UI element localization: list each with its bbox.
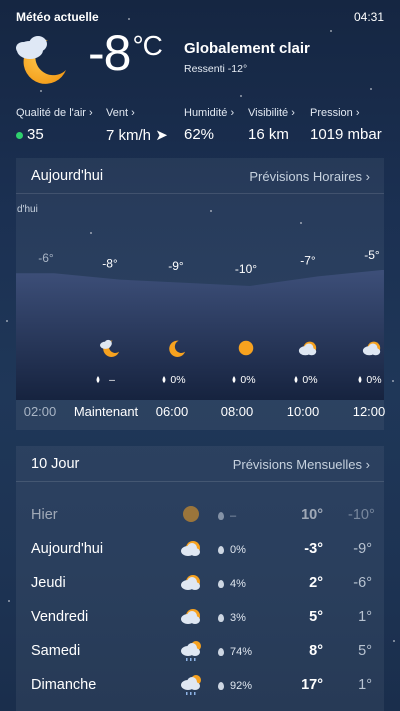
temperature-area — [16, 270, 384, 400]
hourly-panel-header: Aujourd'hui Prévisions Horaires › — [16, 158, 384, 194]
cloud-sun-icon — [181, 575, 200, 590]
day-name: Samedi — [31, 643, 81, 659]
monthly-forecast-link[interactable]: Prévisions Mensuelles › — [233, 457, 370, 472]
wind-direction-icon: ➤ — [155, 127, 168, 144]
hourly-precip-label: 0% — [240, 374, 255, 386]
cloud-moon-icon — [16, 36, 67, 84]
day-max-temp: 2° — [309, 575, 323, 591]
day-icon-wrap — [179, 537, 203, 559]
cloud-sun-icon — [181, 541, 200, 556]
wind-metric[interactable]: Vent › 7 km/h ➤ — [106, 107, 168, 144]
cloud-rain-icon — [181, 675, 201, 695]
air-quality-status-dot — [16, 131, 23, 139]
cloud-rain-icon — [181, 641, 201, 661]
sun-icon — [183, 506, 199, 522]
day-name: Dimanche — [31, 677, 97, 693]
daily-row[interactable]: Hier – 10° -10° — [16, 500, 384, 530]
sun-icon — [238, 340, 254, 356]
daily-panel-title: 10 Jour — [31, 456, 80, 472]
day-max-temp: 10° — [301, 507, 323, 523]
humidity-metric[interactable]: Humidité › 62% — [184, 107, 234, 143]
day-icon-wrap — [179, 639, 203, 661]
day-min-temp: 5° — [358, 643, 372, 659]
day-max-temp: -3° — [304, 541, 323, 557]
day-name: Hier — [31, 507, 58, 523]
hourly-temp-label: -9° — [168, 259, 184, 273]
hourly-forecast-link[interactable]: Prévisions Horaires › — [249, 169, 370, 184]
day-min-temp: -10° — [348, 507, 375, 523]
observation-time: 04:31 — [353, 10, 384, 24]
hourly-temp-label: -8° — [102, 256, 118, 270]
day-max-temp: 5° — [309, 609, 323, 625]
hourly-time-label: 06:00 — [155, 404, 189, 419]
hourly-time-label: Maintenant — [73, 404, 139, 419]
day-icon-wrap — [179, 673, 203, 695]
raindrop-icon — [218, 682, 224, 690]
daily-row[interactable]: Vendredi 3% 5° 1° — [16, 602, 384, 632]
day-name: Jeudi — [31, 575, 66, 591]
hourly-temp-label: -7° — [300, 254, 316, 268]
hourly-precip-label: 0% — [302, 374, 317, 386]
day-min-temp: -9° — [353, 541, 372, 557]
truncated-day-label: d'hui — [17, 204, 38, 215]
day-max-temp: 17° — [301, 677, 323, 693]
day-min-temp: 1° — [358, 677, 372, 693]
air-quality-metric[interactable]: Qualité de l'air › 35 — [16, 107, 93, 143]
daily-row[interactable]: Jeudi 4% 2° -6° — [16, 568, 384, 598]
hourly-time-label: 10:00 — [286, 404, 320, 419]
raindrop-icon — [218, 648, 224, 656]
day-name: Vendredi — [31, 609, 89, 625]
day-precipitation: 92% — [218, 680, 252, 692]
hourly-temperature-chart[interactable]: -6° -8° – -9° 0% -10° 0% -7° 0% -5° 0% — [16, 240, 384, 400]
daily-panel-header: 10 Jour Prévisions Mensuelles › — [16, 446, 384, 482]
hourly-time-label: 02:00 — [23, 404, 57, 419]
hourly-time-label: 08:00 — [220, 404, 254, 419]
hourly-precip-label: 0% — [366, 374, 381, 386]
day-precipitation: 3% — [218, 612, 246, 624]
hourly-temp-label: -6° — [38, 251, 54, 265]
hourly-time-label: 12:00 — [352, 404, 386, 419]
day-icon-wrap — [179, 571, 203, 593]
daily-row[interactable]: Dimanche 92% 17° 1° — [16, 670, 384, 700]
raindrop-icon — [218, 512, 224, 520]
hourly-precip-label: 0% — [170, 374, 185, 386]
day-min-temp: -6° — [353, 575, 372, 591]
day-name: Aujourd'hui — [31, 541, 104, 557]
screen-title: Météo actuelle — [16, 10, 99, 24]
current-condition: Globalement clair — [184, 40, 310, 57]
day-min-temp: 1° — [358, 609, 372, 625]
daily-row[interactable]: Aujourd'hui 0% -3° -9° — [16, 534, 384, 564]
day-precipitation: 4% — [218, 578, 246, 590]
hourly-temp-label: -5° — [364, 248, 380, 262]
day-precipitation: 74% — [218, 646, 252, 658]
day-icon-wrap — [179, 503, 203, 525]
cloud-sun-icon — [181, 609, 200, 624]
raindrop-icon — [218, 546, 224, 554]
hourly-precip-label: – — [109, 374, 115, 386]
day-max-temp: 8° — [309, 643, 323, 659]
raindrop-icon — [218, 580, 224, 588]
feels-like: Ressenti -12° — [184, 63, 248, 75]
pressure-metric[interactable]: Pression › 1019 mbar — [310, 107, 382, 143]
visibility-metric[interactable]: Visibilité › 16 km — [248, 107, 295, 143]
temperature-unit: °C — [132, 30, 162, 61]
day-icon-wrap — [179, 605, 203, 627]
daily-row[interactable]: Samedi 74% 8° 5° — [16, 636, 384, 666]
raindrop-icon — [218, 614, 224, 622]
hourly-temp-label: -10° — [235, 262, 257, 276]
day-precipitation: 0% — [218, 544, 246, 556]
day-precipitation: – — [218, 510, 236, 522]
current-temperature: -8°C — [88, 25, 163, 81]
hourly-panel-title: Aujourd'hui — [31, 168, 104, 184]
